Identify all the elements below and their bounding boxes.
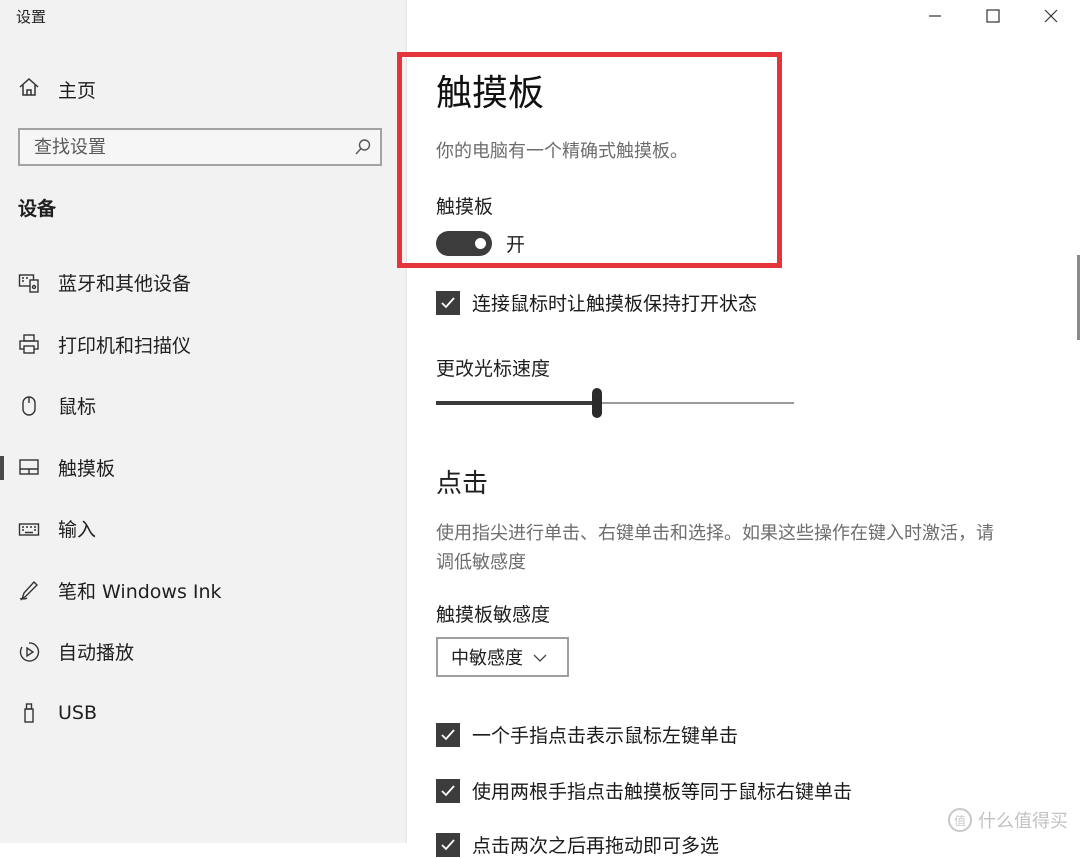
checkmark-icon xyxy=(441,838,455,850)
page-description: 你的电脑有一个精确式触摸板。 xyxy=(436,141,688,162)
checkbox-label: 一个手指点击表示鼠标左键单击 xyxy=(472,725,739,747)
slider-thumb[interactable] xyxy=(592,388,602,418)
printer-icon xyxy=(17,332,41,356)
chevron-down-icon xyxy=(533,648,547,667)
sidebar-item-touchpad[interactable]: 触摸板 xyxy=(0,437,406,499)
watermark: 值 什么值得买 xyxy=(948,807,1068,833)
sidebar-item-autoplay[interactable]: 自动播放 xyxy=(0,621,406,683)
checkmark-icon xyxy=(441,728,455,740)
home-label: 主页 xyxy=(58,79,97,102)
sidebar: 设置 主页 设备 蓝牙和其他设备 xyxy=(0,0,407,843)
touchpad-toggle-label: 触摸板 xyxy=(436,196,494,218)
sidebar-item-label: 输入 xyxy=(58,519,97,542)
sidebar-item-pen[interactable]: 笔和 Windows Ink xyxy=(0,560,406,622)
cursor-speed-label: 更改光标速度 xyxy=(436,358,551,380)
tap-twice-drag-checkbox[interactable] xyxy=(436,832,460,857)
home-icon xyxy=(18,76,40,102)
single-tap-row: 一个手指点击表示鼠标左键单击 xyxy=(436,721,738,748)
checkbox-label: 使用两根手指点击触摸板等同于鼠标右键单击 xyxy=(472,781,853,803)
sidebar-item-mouse[interactable]: 鼠标 xyxy=(0,375,406,437)
main-panel: 触摸板 你的电脑有一个精确式触摸板。 触摸板 开 连接鼠标时让触摸板保持打开状态… xyxy=(397,0,1080,857)
search-icon[interactable] xyxy=(346,138,380,156)
sidebar-item-label: 鼠标 xyxy=(58,396,97,419)
sidebar-item-label: 蓝牙和其他设备 xyxy=(58,273,192,296)
two-finger-tap-row: 使用两根手指点击触摸板等同于鼠标右键单击 xyxy=(436,777,852,804)
pen-icon xyxy=(17,578,41,602)
taps-section-title: 点击 xyxy=(436,469,489,499)
search-box[interactable] xyxy=(18,128,382,166)
watermark-logo-icon: 值 xyxy=(948,808,972,832)
touchpad-icon xyxy=(17,455,41,479)
slider-fill xyxy=(436,401,597,405)
sensitivity-value: 中敏感度 xyxy=(451,648,523,669)
touchpad-toggle[interactable] xyxy=(436,231,492,256)
touchpad-toggle-row: 开 xyxy=(436,230,525,257)
sidebar-item-label: 触摸板 xyxy=(58,457,116,480)
cursor-speed-slider[interactable] xyxy=(436,388,794,418)
sidebar-item-typing[interactable]: 输入 xyxy=(0,498,406,560)
sidebar-item-usb[interactable]: USB xyxy=(0,683,406,745)
toggle-state-text: 开 xyxy=(506,234,526,256)
taps-description: 使用指尖进行单击、右键单击和选择。如果这些操作在键入时激活，请调低敏感度 xyxy=(436,523,994,573)
section-title: 设备 xyxy=(18,198,57,220)
sidebar-nav: 蓝牙和其他设备 打印机和扫描仪 鼠标 触摸板 输入 笔和 Windows Ink… xyxy=(0,252,406,744)
sidebar-item-label: USB xyxy=(58,702,98,725)
usb-icon xyxy=(17,701,41,725)
checkmark-icon xyxy=(441,784,455,796)
keep-on-with-mouse-row: 连接鼠标时让触摸板保持打开状态 xyxy=(436,289,757,316)
checkbox-label: 点击两次之后再拖动即可多选 xyxy=(472,835,720,857)
toggle-knob xyxy=(475,238,486,249)
app-title: 设置 xyxy=(16,8,47,26)
home-link[interactable]: 主页 xyxy=(18,75,96,103)
sensitivity-dropdown[interactable]: 中敏感度 xyxy=(436,637,569,677)
sidebar-item-printers[interactable]: 打印机和扫描仪 xyxy=(0,314,406,376)
keyboard-icon xyxy=(17,517,41,541)
search-input[interactable] xyxy=(20,129,346,165)
checkmark-icon xyxy=(441,296,455,308)
keep-on-with-mouse-checkbox[interactable] xyxy=(436,290,460,315)
single-tap-checkbox[interactable] xyxy=(436,722,460,747)
page-title: 触摸板 xyxy=(436,73,545,114)
sidebar-item-bluetooth[interactable]: 蓝牙和其他设备 xyxy=(0,252,406,314)
sidebar-item-label: 笔和 Windows Ink xyxy=(58,580,222,603)
sidebar-item-label: 打印机和扫描仪 xyxy=(58,334,192,357)
mouse-icon xyxy=(17,394,41,418)
sensitivity-label: 触摸板敏感度 xyxy=(436,604,551,626)
checkbox-label: 连接鼠标时让触摸板保持打开状态 xyxy=(472,293,758,315)
sidebar-item-label: 自动播放 xyxy=(58,642,135,665)
two-finger-tap-checkbox[interactable] xyxy=(436,778,460,803)
bluetooth-devices-icon xyxy=(17,271,41,295)
autoplay-icon xyxy=(17,640,41,664)
tap-twice-drag-row: 点击两次之后再拖动即可多选 xyxy=(436,831,719,858)
watermark-text: 什么值得买 xyxy=(978,811,1068,832)
